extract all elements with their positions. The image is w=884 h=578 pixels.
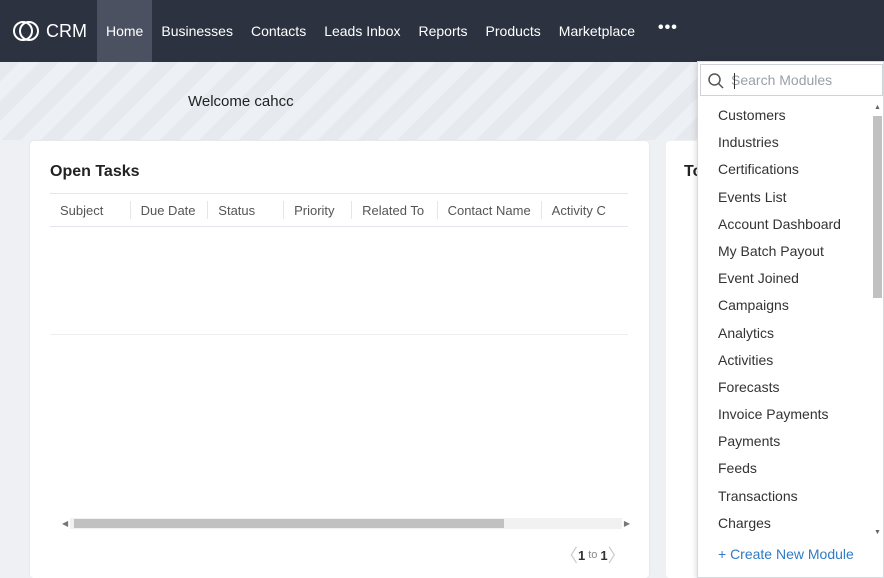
module-item-invoice-payments[interactable]: Invoice Payments — [698, 401, 870, 428]
module-item-my-batch-payout[interactable]: My Batch Payout — [698, 238, 870, 265]
module-item-forecasts[interactable]: Forecasts — [698, 374, 870, 401]
previous-page-icon[interactable]: 〈 — [560, 542, 578, 568]
scroll-left-icon[interactable]: ◀ — [62, 519, 68, 528]
page-to: 1 — [600, 547, 608, 563]
page-to-label: to — [588, 549, 598, 561]
module-item-campaigns[interactable]: Campaigns — [698, 292, 870, 319]
module-item-account-dashboard[interactable]: Account Dashboard — [698, 211, 870, 238]
module-item-activities[interactable]: Activities — [698, 347, 870, 374]
scroll-right-icon[interactable]: ▶ — [624, 519, 630, 528]
nav-item-products[interactable]: Products — [477, 0, 550, 62]
vertical-scrollbar[interactable]: ▲ ▼ — [872, 104, 883, 536]
nav-item-contacts[interactable]: Contacts — [242, 0, 315, 62]
module-item-event-joined[interactable]: Event Joined — [698, 265, 870, 292]
open-tasks-card: Open Tasks Subject Due Date Status Prior… — [30, 141, 649, 578]
crm-logo-icon — [13, 21, 39, 41]
nav-item-marketplace[interactable]: Marketplace — [550, 0, 644, 62]
module-item-customers[interactable]: Customers — [698, 102, 870, 129]
logo-text: CRM — [46, 20, 87, 41]
horizontal-scrollbar[interactable]: ◀ ▶ — [60, 517, 630, 531]
module-search-box — [700, 64, 883, 96]
module-item-certifications[interactable]: Certifications — [698, 156, 870, 183]
column-header-related-to[interactable]: Related To — [351, 201, 436, 219]
row-divider — [50, 334, 628, 335]
scroll-up-icon[interactable]: ▲ — [874, 104, 881, 111]
module-item-analytics[interactable]: Analytics — [698, 320, 870, 347]
page-from: 1 — [578, 547, 586, 563]
search-icon — [708, 73, 724, 89]
module-item-events-list[interactable]: Events List — [698, 184, 870, 211]
table-header: Subject Due Date Status Priority Related… — [50, 193, 628, 227]
column-header-contact-name[interactable]: Contact Name — [436, 201, 541, 219]
nav-item-leads-inbox[interactable]: Leads Inbox — [315, 0, 409, 62]
column-header-due-date[interactable]: Due Date — [129, 201, 208, 219]
main-nav: Home Businesses Contacts Leads Inbox Rep… — [97, 0, 692, 62]
open-tasks-title: Open Tasks — [50, 163, 140, 180]
modules-dropdown: Customers Industries Certifications Even… — [697, 61, 884, 578]
module-item-charges[interactable]: Charges — [698, 510, 870, 537]
module-item-industries[interactable]: Industries — [698, 129, 870, 156]
column-header-subject[interactable]: Subject — [50, 201, 130, 219]
module-list: Customers Industries Certifications Even… — [698, 102, 870, 537]
scroll-down-icon[interactable]: ▼ — [874, 529, 881, 536]
top-navigation-bar: CRM Home Businesses Contacts Leads Inbox… — [0, 0, 884, 62]
create-new-module-link[interactable]: + Create New Module — [718, 546, 854, 562]
module-item-payments[interactable]: Payments — [698, 428, 870, 455]
text-cursor — [734, 73, 735, 89]
crm-logo[interactable]: CRM — [0, 0, 97, 62]
nav-item-reports[interactable]: Reports — [410, 0, 477, 62]
column-header-priority[interactable]: Priority — [283, 201, 351, 219]
more-modules-button[interactable]: ••• — [644, 0, 692, 62]
column-header-status[interactable]: Status — [207, 201, 283, 219]
scroll-thumb[interactable] — [74, 519, 504, 528]
vertical-scroll-thumb[interactable] — [873, 116, 882, 298]
module-item-feeds[interactable]: Feeds — [698, 455, 870, 482]
column-header-activity[interactable]: Activity C — [540, 201, 628, 219]
nav-item-home[interactable]: Home — [97, 0, 153, 62]
welcome-text: Welcome cahcc — [188, 93, 294, 110]
next-page-icon[interactable]: 〉 — [608, 542, 626, 568]
pagination: 〈 1 to 1 〉 — [560, 542, 626, 568]
nav-item-businesses[interactable]: Businesses — [152, 0, 242, 62]
module-search-input[interactable] — [731, 68, 879, 92]
module-item-transactions[interactable]: Transactions — [698, 483, 870, 510]
